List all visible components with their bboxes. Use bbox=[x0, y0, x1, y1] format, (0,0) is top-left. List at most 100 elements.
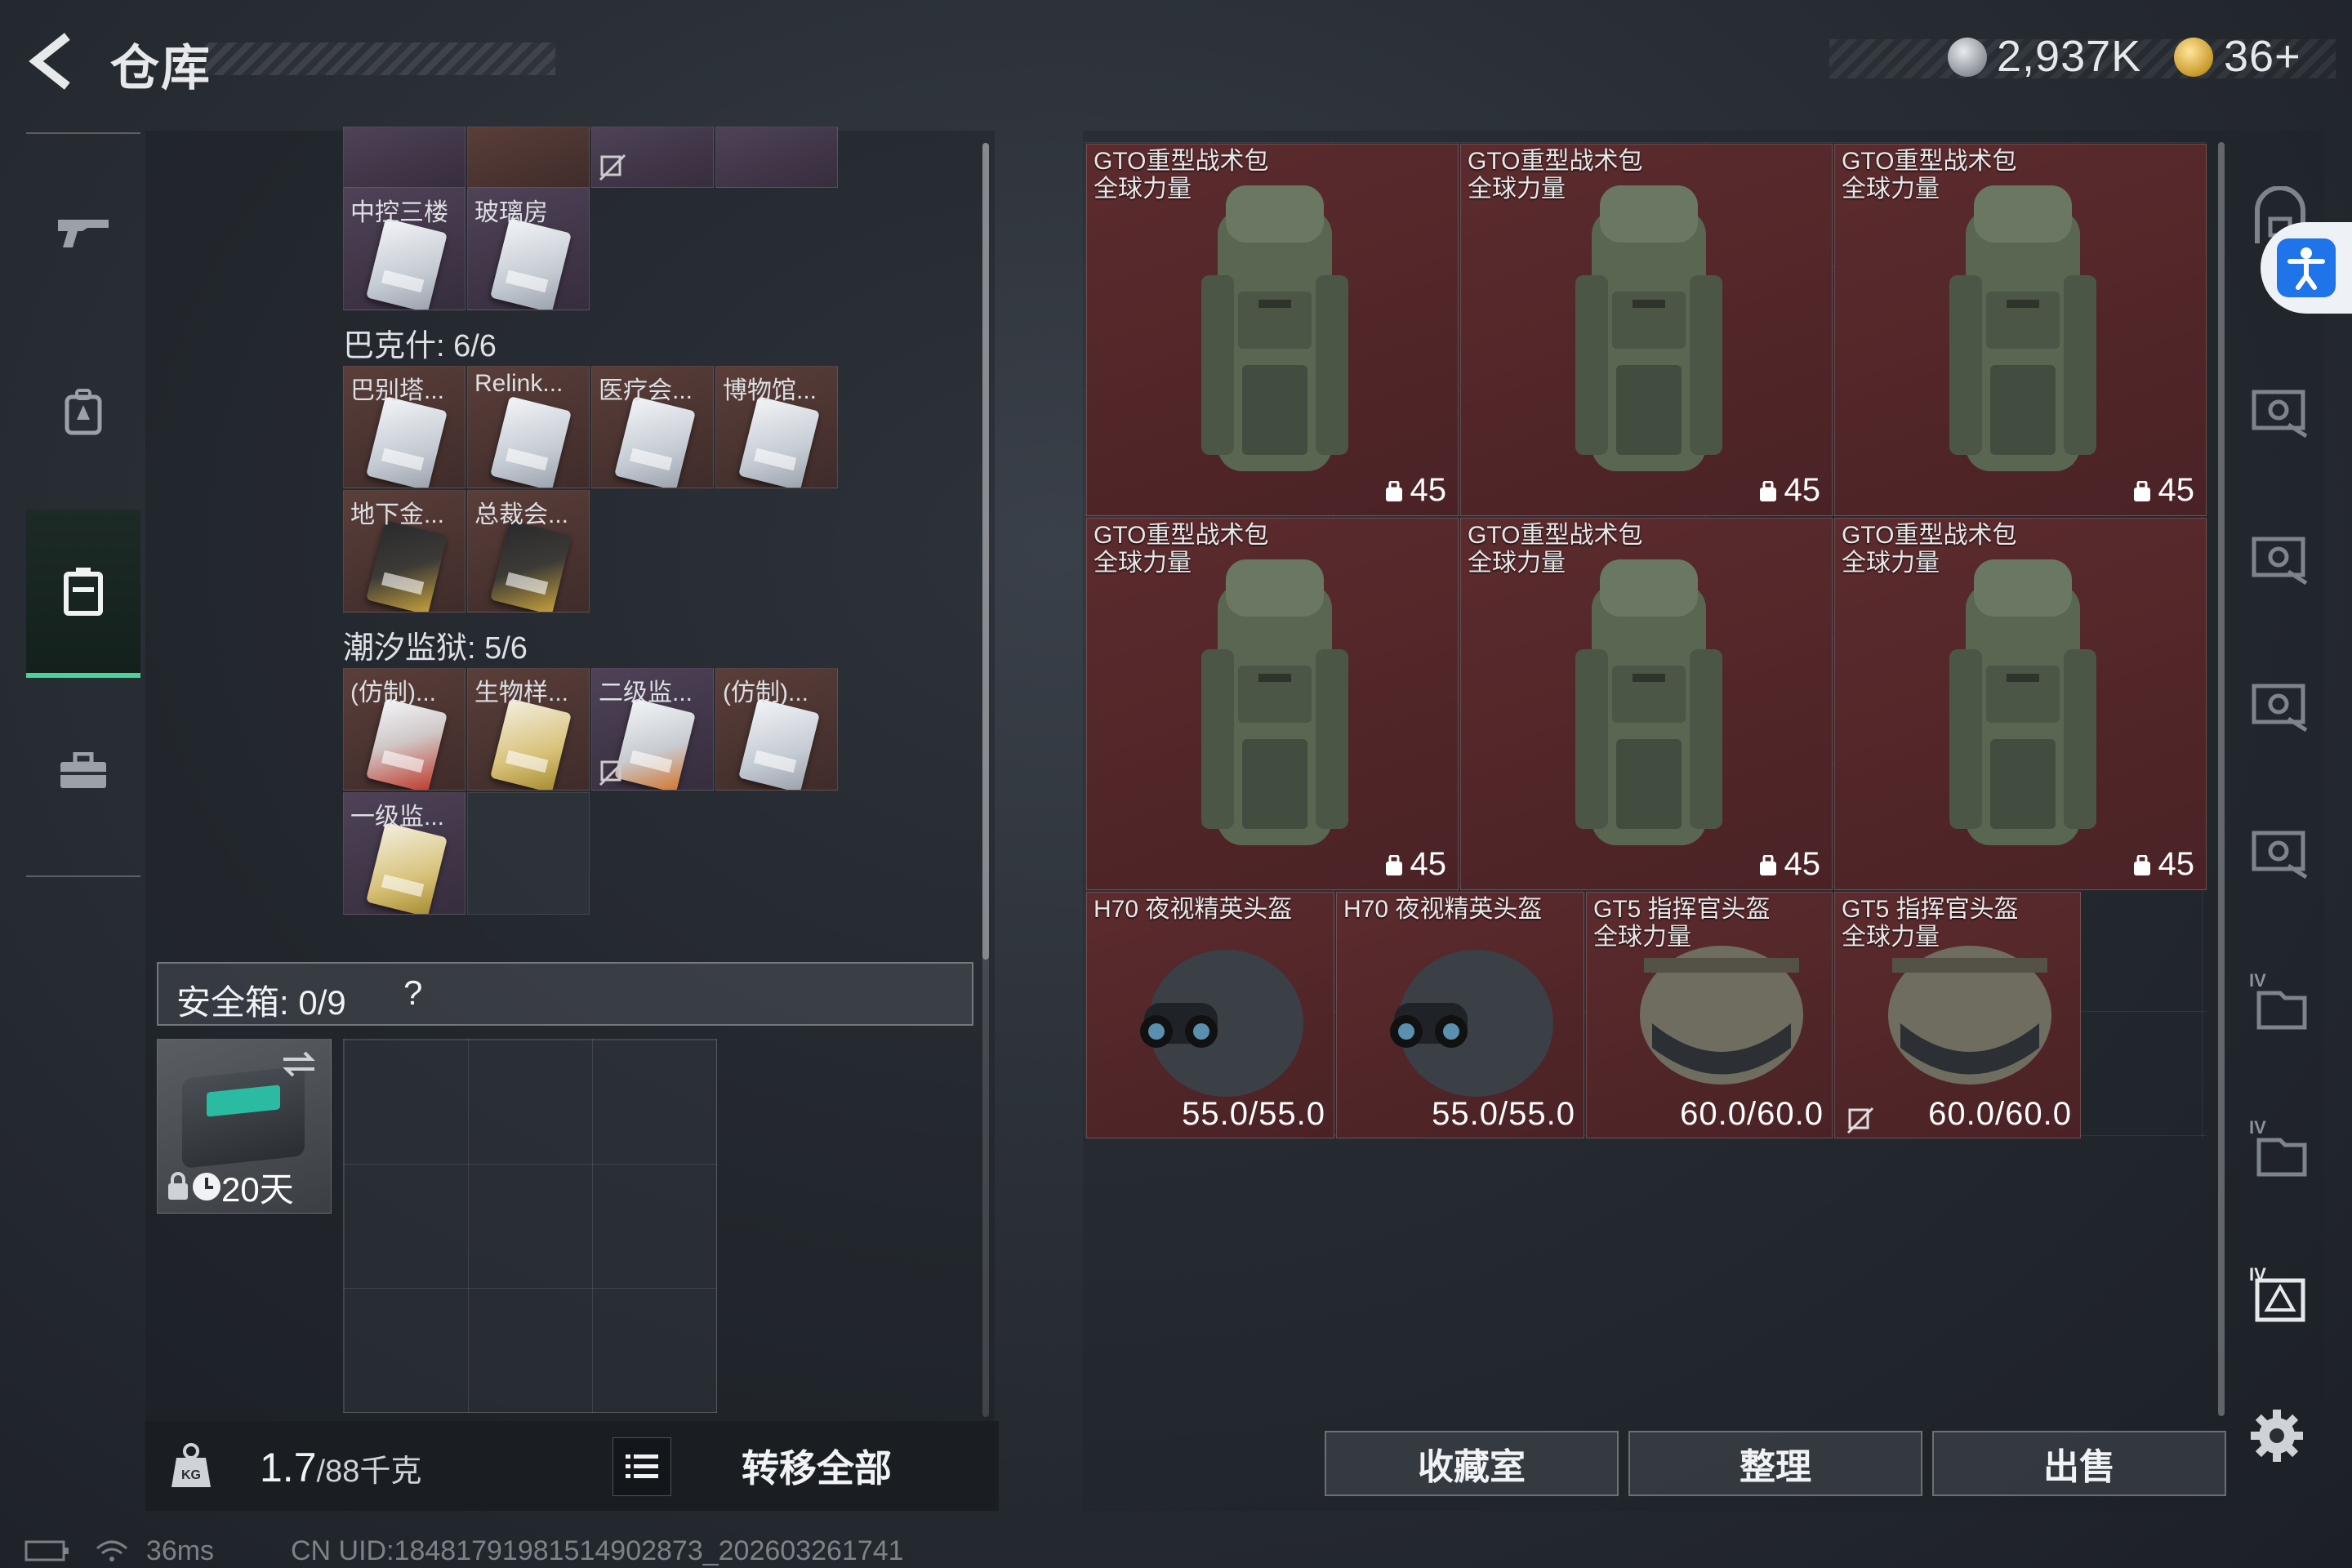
weight-icon: KG bbox=[172, 1443, 211, 1487]
backpack-image bbox=[1201, 559, 1348, 845]
briefcase-icon bbox=[60, 752, 106, 788]
stash-tab-icon[interactable] bbox=[2247, 376, 2313, 441]
keycard-icon bbox=[366, 520, 448, 612]
backpack-item[interactable]: GTO重型战术包 全球力量 45 bbox=[1086, 518, 1459, 890]
keycard-icon bbox=[738, 396, 820, 488]
item-label: 医疗会... bbox=[599, 377, 693, 404]
durability: 60.0/60.0 bbox=[1680, 1096, 1824, 1132]
keycard-cell[interactable]: 二级监... bbox=[591, 668, 714, 791]
backpack-image bbox=[1201, 185, 1348, 471]
nav-weapons[interactable] bbox=[26, 150, 140, 314]
partial-cell[interactable] bbox=[467, 127, 590, 188]
nav-storage[interactable] bbox=[26, 510, 140, 678]
item-name: H70 夜视精英头盔 bbox=[1343, 896, 1543, 923]
safe-case-slot[interactable]: 20天 bbox=[157, 1039, 332, 1214]
keycard-cell[interactable]: 博物馆... bbox=[715, 366, 838, 488]
helmet-item[interactable]: GT5 指挥官头盔 全球力量 60.0/60.0 bbox=[1834, 892, 2081, 1138]
empty-slot[interactable] bbox=[467, 792, 590, 915]
no-trade-icon bbox=[599, 759, 626, 786]
backpack-image bbox=[1949, 559, 2096, 845]
transfer-all-button[interactable]: 转移全部 bbox=[742, 1439, 892, 1493]
inventory-scroll-thumb[interactable] bbox=[982, 143, 989, 960]
accessibility-button[interactable] bbox=[2261, 222, 2352, 314]
lock-icon bbox=[168, 1172, 188, 1200]
gold-currency-amount[interactable]: 36+ bbox=[2224, 31, 2301, 82]
keycard-cell[interactable]: 中控三楼 bbox=[343, 188, 466, 310]
item-label: 二级监... bbox=[599, 679, 693, 706]
stash-tab-icon[interactable] bbox=[2247, 523, 2313, 588]
helmet-item[interactable]: GT5 指挥官头盔 全球力量 60.0/60.0 bbox=[1586, 892, 1833, 1138]
gold-coin-icon bbox=[2174, 38, 2213, 77]
backpack-image bbox=[1949, 185, 2096, 471]
partial-cell[interactable] bbox=[715, 127, 838, 188]
list-view-button[interactable] bbox=[612, 1437, 671, 1496]
durability: 55.0/55.0 bbox=[1182, 1096, 1325, 1132]
settings-icon[interactable] bbox=[2247, 1406, 2306, 1465]
battery-icon bbox=[24, 1540, 69, 1561]
keycard-cell[interactable]: 地下金... bbox=[343, 490, 466, 612]
backpack-small-icon bbox=[1385, 481, 1402, 501]
commander-helmet-image bbox=[1640, 946, 1803, 1085]
item-name: GT5 指挥官头盔 全球力量 bbox=[1842, 896, 2019, 951]
keycard-cell[interactable]: 巴别塔... bbox=[343, 366, 466, 488]
keycard-cell[interactable]: (仿制)... bbox=[715, 668, 838, 791]
item-label: 巴别塔... bbox=[350, 377, 445, 404]
nav-backpacks[interactable] bbox=[26, 330, 140, 493]
svg-text:KG: KG bbox=[181, 1468, 201, 1482]
max-weight: /88千克 bbox=[316, 1454, 422, 1489]
stash-scrollbar[interactable] bbox=[2218, 142, 2225, 1416]
helmet-item[interactable]: H70 夜视精英头盔 55.0/55.0 bbox=[1336, 892, 1584, 1138]
help-button[interactable]: ? bbox=[403, 973, 422, 1013]
title-decoration bbox=[204, 42, 555, 75]
backpack-item[interactable]: GTO重型战术包 全球力量 45 bbox=[1460, 144, 1833, 516]
partial-cell[interactable] bbox=[591, 127, 714, 188]
svg-text:IV: IV bbox=[2249, 970, 2266, 991]
backpack-small-icon bbox=[2133, 855, 2150, 875]
keycard-icon bbox=[614, 698, 696, 790]
backpack-item[interactable]: GTO重型战术包 全球力量 45 bbox=[1834, 144, 2207, 516]
current-weight: 1.7 bbox=[260, 1445, 317, 1490]
keycard-cell[interactable]: 玻璃房 bbox=[467, 188, 590, 310]
backpack-item[interactable]: GTO重型战术包 全球力量 45 bbox=[1460, 518, 1833, 890]
keycard-cell[interactable]: 总裁会... bbox=[467, 490, 590, 612]
no-trade-icon bbox=[1846, 1107, 1874, 1134]
safe-box-label: 安全箱: 0/9 bbox=[176, 983, 346, 1022]
capacity-badge: 45 bbox=[1758, 472, 1820, 509]
keycard-icon bbox=[738, 698, 820, 790]
tier-iv-tab-icon[interactable]: IV bbox=[2247, 1116, 2313, 1181]
helmet-item[interactable]: H70 夜视精英头盔 55.0/55.0 bbox=[1086, 892, 1334, 1138]
swap-icon[interactable] bbox=[280, 1048, 318, 1080]
collection-room-button[interactable]: 收藏室 bbox=[1325, 1431, 1619, 1496]
backpack-small-icon bbox=[1759, 481, 1776, 501]
partial-cell[interactable] bbox=[343, 127, 466, 188]
stash-tab-icon[interactable] bbox=[2247, 670, 2313, 735]
backpack-item[interactable]: GTO重型战术包 全球力量 45 bbox=[1834, 518, 2207, 890]
keycard-cell[interactable]: 医疗会... bbox=[591, 366, 714, 488]
item-label: 博物馆... bbox=[723, 377, 817, 404]
stash-tab-icon[interactable] bbox=[2247, 817, 2313, 882]
keycard-cell[interactable]: 生物样... bbox=[467, 668, 590, 791]
nvg-helmet-image bbox=[1140, 950, 1303, 1097]
item-label: 一级监... bbox=[350, 804, 445, 831]
tier-iv-tab-icon[interactable]: IV bbox=[2247, 969, 2313, 1034]
capacity-badge: 45 bbox=[2132, 472, 2194, 509]
keycard-icon bbox=[366, 396, 448, 488]
item-label: 中控三楼 bbox=[350, 199, 448, 226]
organize-button[interactable]: 整理 bbox=[1628, 1431, 1922, 1496]
keycard-cell[interactable]: 一级监... bbox=[343, 792, 466, 915]
silver-coin-icon bbox=[1948, 38, 1987, 77]
durability: 55.0/55.0 bbox=[1432, 1096, 1575, 1132]
backpack-item[interactable]: GTO重型战术包 全球力量 45 bbox=[1086, 144, 1459, 516]
backpack-small-icon bbox=[2133, 481, 2150, 501]
keycard-cell[interactable]: Relink... bbox=[467, 366, 590, 488]
keycard-cell[interactable]: (仿制)... bbox=[343, 668, 466, 791]
safe-box-grid[interactable] bbox=[343, 1039, 717, 1413]
item-label: Relink... bbox=[474, 370, 564, 397]
back-arrow-icon[interactable] bbox=[24, 33, 82, 90]
silver-currency-amount: 2,937K bbox=[1997, 32, 2142, 81]
sell-button[interactable]: 出售 bbox=[1932, 1431, 2226, 1496]
nav-cases[interactable] bbox=[26, 689, 140, 853]
tier-iv-warning-tab-icon[interactable]: IV bbox=[2247, 1263, 2313, 1328]
keycard-icon bbox=[490, 520, 572, 612]
network-status: 36ms bbox=[24, 1535, 214, 1567]
